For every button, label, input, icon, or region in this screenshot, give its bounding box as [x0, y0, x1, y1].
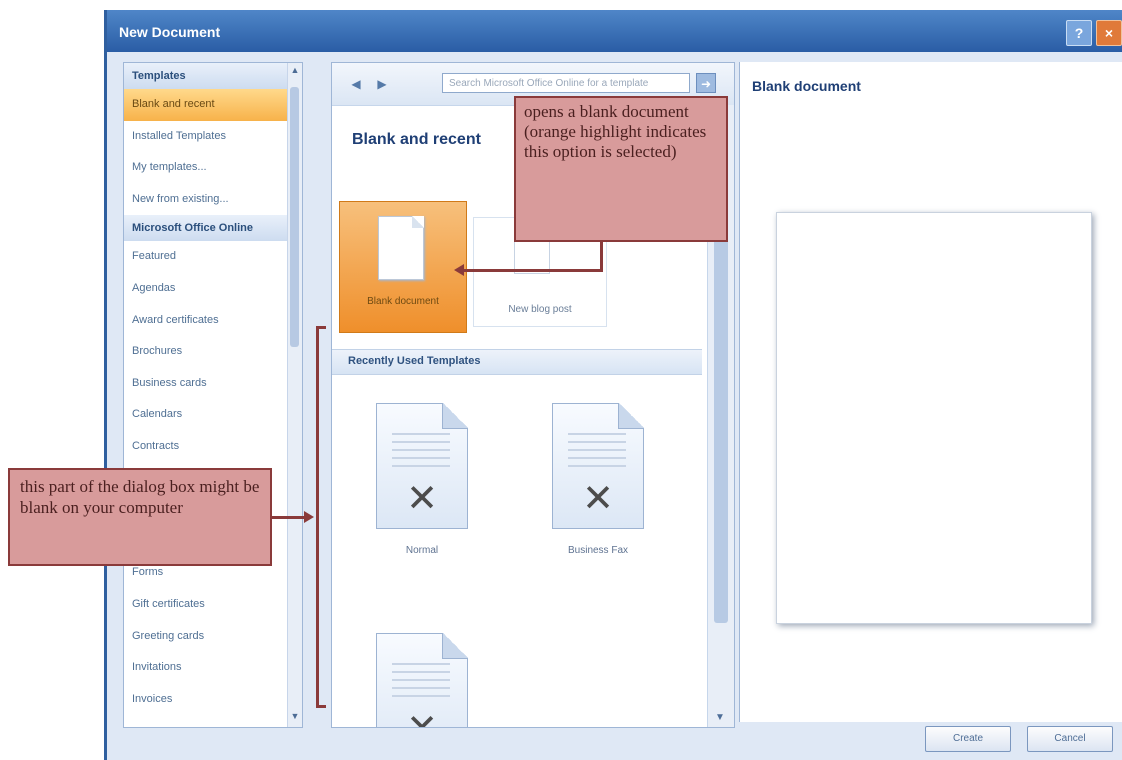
dialog-title: New Document: [119, 24, 221, 40]
back-arrow-icon[interactable]: ◀: [348, 76, 364, 92]
category-header: Microsoft Office Online: [124, 215, 288, 242]
annotation-arrowhead-left: [304, 511, 314, 523]
annotation-arrow-top-vertical: [600, 242, 603, 272]
preview-panel: Blank document: [739, 62, 1122, 722]
title-buttons: ? ×: [1066, 20, 1122, 46]
category-item[interactable]: Invitations: [124, 652, 288, 684]
category-item[interactable]: My templates...: [124, 152, 288, 184]
category-item[interactable]: Gift certificates: [124, 589, 288, 621]
category-item[interactable]: Calendars: [124, 399, 288, 431]
category-item[interactable]: Featured: [124, 241, 288, 273]
new-blog-post-label: New blog post: [508, 304, 572, 315]
annotation-arrow-left-horizontal: [272, 516, 306, 519]
left-scrollbar[interactable]: ▲ ▼: [287, 63, 302, 727]
category-item[interactable]: Agendas: [124, 273, 288, 305]
blank-document-tile[interactable]: Blank document: [339, 201, 467, 333]
annotation-arrow-top-horizontal: [464, 269, 602, 272]
template-search-input[interactable]: Search Microsoft Office Online for a tem…: [442, 73, 690, 93]
category-item[interactable]: Brochures: [124, 336, 288, 368]
category-item[interactable]: Greeting cards: [124, 621, 288, 653]
help-icon[interactable]: ?: [1066, 20, 1092, 46]
category-item[interactable]: Invoices: [124, 684, 288, 716]
category-item[interactable]: Blank and recent: [124, 89, 288, 121]
annotation-bracket: [316, 326, 326, 708]
annotation-dialog-blank: this part of the dialog box might be bla…: [8, 468, 272, 566]
scroll-down-icon[interactable]: ▼: [289, 711, 301, 725]
preview-title: Blank document: [752, 78, 861, 94]
blank-document-icon: [378, 216, 424, 280]
close-icon[interactable]: ×: [1096, 20, 1122, 46]
left-scroll-thumb[interactable]: [290, 87, 299, 347]
search-go-icon[interactable]: ➜: [696, 73, 716, 93]
recent-template-label: Normal: [405, 545, 439, 556]
category-item[interactable]: Installed Templates: [124, 121, 288, 153]
category-item[interactable]: Award certificates: [124, 305, 288, 337]
cancel-button[interactable]: Cancel: [1027, 726, 1113, 752]
recent-template-icon[interactable]: ✕: [376, 633, 468, 727]
forward-arrow-icon[interactable]: ▶: [374, 76, 390, 92]
annotation-arrowhead-top: [454, 264, 464, 276]
template-categories-panel: Templates Blank and recent Installed Templ…: [123, 62, 303, 728]
recent-templates-title: Recently Used Templates: [348, 355, 481, 367]
section-title: Blank and recent: [352, 131, 481, 148]
template-categories-list: Templates Blank and recent Installed Templ…: [124, 63, 288, 715]
scroll-up-icon[interactable]: ▲: [289, 65, 301, 79]
preview-page: [776, 212, 1092, 624]
create-button[interactable]: Create: [925, 726, 1011, 752]
blank-document-label: Blank document: [367, 296, 439, 307]
recent-template-icon[interactable]: ✕: [552, 403, 644, 529]
category-header: Templates: [124, 63, 288, 89]
recent-template-label: Business Fax: [567, 545, 629, 556]
scroll-down-icon[interactable]: ▼: [715, 712, 725, 723]
annotation-blank-document: opens a blank document (orange highlight…: [514, 96, 728, 242]
recent-template-icon[interactable]: ✕: [376, 403, 468, 529]
category-item[interactable]: Contracts: [124, 431, 288, 463]
dialog-title-bar: New Document ? ×: [107, 10, 1122, 52]
recent-templates-header: Recently Used Templates: [332, 349, 702, 375]
category-item[interactable]: New from existing...: [124, 184, 288, 216]
category-item[interactable]: Business cards: [124, 368, 288, 400]
